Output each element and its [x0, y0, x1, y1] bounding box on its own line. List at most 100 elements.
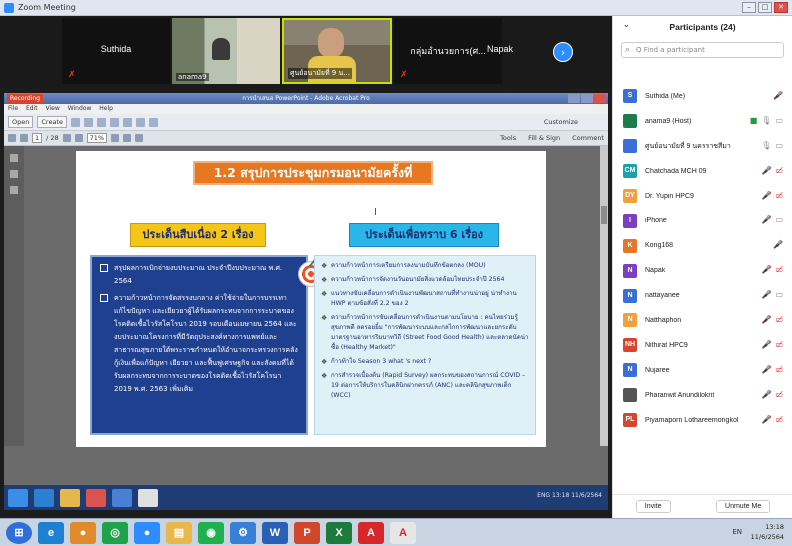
scroll-thumb[interactable] [601, 206, 607, 224]
excel-icon[interactable]: X [326, 521, 352, 544]
line-app-icon[interactable]: ◉ [198, 521, 224, 544]
camera-off-icon[interactable]: ▭̸ [775, 191, 783, 201]
muted-mic-icon[interactable]: 🎤̸ [761, 215, 771, 225]
participant-row[interactable]: N Nujaree 🎤̸ ▭̸ [613, 358, 792, 383]
participant-row[interactable]: anama9 (Host) ■ 🎙 ▭ [613, 109, 792, 134]
media-player-icon[interactable]: ● [70, 521, 96, 544]
invite-button[interactable]: Invite [635, 500, 671, 513]
open-button[interactable]: Open [8, 116, 34, 128]
acrobat-scrollbar[interactable] [600, 146, 608, 446]
tools-tab[interactable]: Tools [500, 134, 516, 142]
participant-row[interactable]: Nnattayanee 🎤̸ ▭ [613, 283, 792, 308]
video-tile[interactable]: Suthida ✗ [62, 18, 170, 84]
muted-mic-icon[interactable]: 🎤̸ [773, 91, 783, 101]
video-tile[interactable]: anama9 [172, 18, 280, 84]
camera-off-icon[interactable]: ▭̸ [775, 340, 783, 350]
ie-browser-icon[interactable] [34, 488, 54, 507]
participant-search-input[interactable]: Q Find a participant [621, 42, 784, 58]
print-icon[interactable] [70, 117, 80, 127]
stamp-icon[interactable] [148, 117, 158, 127]
comment-icon[interactable] [122, 117, 132, 127]
acrobat-icon[interactable]: A [358, 521, 384, 544]
next-page-arrow-icon[interactable]: › [553, 42, 573, 62]
muted-mic-icon[interactable]: 🎤̸ [761, 315, 771, 325]
muted-mic-icon[interactable]: 🎤̸ [761, 340, 771, 350]
participant-row[interactable]: IiPhone 🎤̸ ▭ [613, 208, 792, 233]
media-player-icon[interactable] [86, 488, 106, 507]
clock[interactable]: 13:18 11/6/2564 [751, 522, 784, 542]
minimize-button[interactable]: – [742, 2, 756, 13]
file-explorer-icon[interactable] [60, 488, 80, 507]
windows-start-icon[interactable] [8, 488, 28, 507]
pages-icon[interactable] [10, 154, 18, 162]
save-icon[interactable] [83, 117, 93, 127]
participant-row[interactable]: N Natthaphon 🎤̸ ▭̸ [613, 308, 792, 333]
camera-icon[interactable]: ▭ [775, 141, 783, 151]
menu-help[interactable]: Help [99, 105, 113, 112]
muted-mic-icon[interactable]: 🎤̸ [761, 390, 771, 400]
fill-sign-tab[interactable]: Fill & Sign [528, 134, 560, 142]
unmute-me-button[interactable]: Unmute Me [716, 500, 771, 513]
participant-row[interactable]: CM Chatchada MCH 09 🎤̸ ▭̸ [613, 159, 792, 184]
video-tile[interactable]: Napak [452, 18, 548, 84]
camera-off-icon[interactable]: ▭̸ [775, 415, 783, 425]
pdf-reader-icon[interactable]: A [390, 521, 416, 544]
read-mode-icon[interactable] [123, 134, 132, 142]
screen-share-icon[interactable]: ■ [750, 116, 758, 126]
email-icon[interactable] [96, 117, 106, 127]
participant-row[interactable]: N Napak 🎤̸ ▭̸ [613, 258, 792, 283]
mic-icon[interactable]: 🎙 [761, 141, 771, 151]
create-button[interactable]: Create [37, 116, 67, 128]
camera-icon[interactable]: ▭ [775, 116, 783, 126]
muted-mic-icon[interactable]: 🎤̸ [761, 415, 771, 425]
menu-view[interactable]: View [46, 105, 60, 112]
camera-icon[interactable]: ▭ [775, 290, 783, 300]
rotate-icon[interactable] [135, 134, 144, 142]
camera-off-icon[interactable]: ▭̸ [775, 166, 783, 176]
chevron-down-icon[interactable]: ⌄ [623, 20, 630, 29]
zoom-in-icon[interactable] [74, 134, 83, 142]
muted-mic-icon[interactable]: 🎤̸ [761, 365, 771, 375]
word-icon[interactable]: W [262, 521, 288, 544]
camera-icon[interactable]: ▭ [775, 215, 783, 225]
bookmark-icon[interactable] [10, 170, 18, 178]
camera-off-icon[interactable]: ▭̸ [775, 265, 783, 275]
zoom-level[interactable]: 71% [86, 133, 108, 143]
camera-off-icon[interactable]: ▭̸ [775, 390, 783, 400]
highlight-icon[interactable] [135, 117, 145, 127]
muted-mic-icon[interactable]: 🎤̸ [773, 240, 783, 250]
muted-mic-icon[interactable]: 🎤̸ [761, 191, 771, 201]
fit-page-icon[interactable] [111, 134, 120, 142]
video-tile-active-speaker[interactable]: ศูนย์อนามัยที่ 9 น... [282, 18, 392, 84]
file-explorer-icon[interactable]: ▤ [166, 521, 192, 544]
participant-row[interactable]: DY Dr. Yupin HPC9 🎤̸ ▭̸ [613, 184, 792, 209]
participant-row[interactable]: ศูนย์อนามัยที่ 9 นครราชสีมา 🎙 ▭ [613, 134, 792, 159]
taskbar-app-icon[interactable] [112, 488, 132, 507]
participant-row[interactable]: NH Nithirat HPC9 🎤̸ ▭̸ [613, 333, 792, 358]
comment-tab[interactable]: Comment [572, 134, 604, 142]
page-number-input[interactable]: 1 [32, 133, 43, 143]
powerpoint-icon[interactable]: P [294, 521, 320, 544]
muted-mic-icon[interactable]: 🎤̸ [761, 265, 771, 275]
muted-mic-icon[interactable]: 🎤̸ [761, 166, 771, 176]
settings-icon[interactable] [109, 117, 119, 127]
settings-icon[interactable]: ⚙ [230, 521, 256, 544]
participant-row[interactable]: K Kong168 🎤̸ [613, 233, 792, 258]
camera-off-icon[interactable]: ▭̸ [775, 315, 783, 325]
ie-browser-icon[interactable]: e [38, 521, 64, 544]
participant-row[interactable]: PL Piyamaporn Lothareemongkol 🎤̸ ▭̸ [613, 408, 792, 433]
camera-off-icon[interactable]: ▭̸ [775, 365, 783, 375]
menu-window[interactable]: Window [68, 105, 92, 112]
chrome-icon[interactable]: ◎ [102, 521, 128, 544]
maximize-button[interactable]: □ [758, 2, 772, 13]
muted-mic-icon[interactable]: 🎤̸ [761, 290, 771, 300]
next-page-icon[interactable] [20, 134, 28, 142]
zoom-out-icon[interactable] [62, 134, 71, 142]
acrobat-pdf-icon[interactable] [138, 488, 158, 507]
zoom-icon[interactable]: ● [134, 521, 160, 544]
participant-row[interactable]: S Suthida (Me) 🎤̸ [613, 84, 792, 109]
prev-page-icon[interactable] [8, 134, 16, 142]
participant-row[interactable]: Pharanwit Anundilokrit 🎤̸ ▭̸ [613, 383, 792, 408]
windows-start-icon[interactable]: ⊞ [6, 521, 32, 544]
menu-file[interactable]: File [8, 105, 18, 112]
